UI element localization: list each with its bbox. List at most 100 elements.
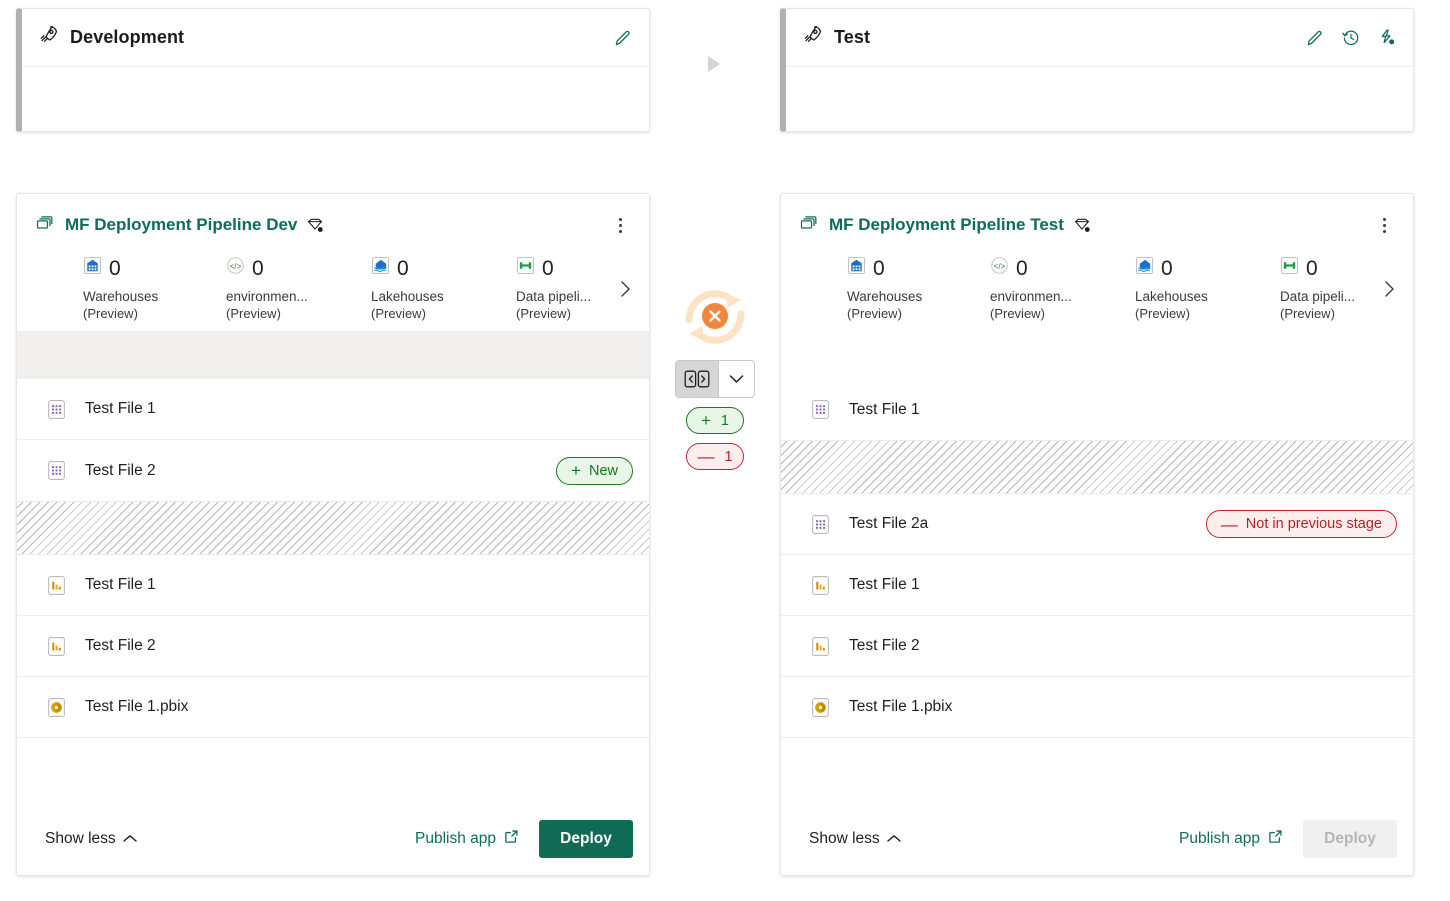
list-item[interactable]: Test File 2 + New [17,440,649,501]
footer-actions: Publish app Deploy [415,820,633,858]
metric-sublabel: (Preview) [226,306,317,321]
stage-actions [611,26,635,50]
list-item-label: Test File 2a [849,515,928,533]
stage-body-development [22,67,649,111]
placeholder-hatch-row [781,440,1413,494]
metric-environments[interactable]: </> 0 environmen... (Preview) [938,256,1081,321]
metric-sublabel: (Preview) [83,306,174,321]
metric-label: Data pipeli... [1280,289,1371,304]
metric-label: Lakehouses [1135,289,1226,304]
metric-sublabel: (Preview) [1135,306,1226,321]
metrics-spacer [781,331,1413,379]
metric-lakehouses[interactable]: 0 Lakehouses (Preview) [1081,256,1226,321]
list-item[interactable]: Test File 1.pbix [781,677,1413,738]
list-item[interactable]: Test File 1 [17,555,649,616]
chevron-up-icon [123,830,137,848]
metric-value: 0 [1161,258,1173,279]
more-options-icon[interactable] [607,212,633,238]
rocket-icon [38,24,60,51]
card-footer-dev: Show less Publish app Deploy [17,803,649,875]
metric-lakehouses[interactable]: 0 Lakehouses (Preview) [317,256,462,321]
metric-value: 0 [397,258,409,279]
metric-warehouses[interactable]: 0 Warehouses (Preview) [23,256,174,321]
stage-title: Test [834,27,870,48]
chevron-down-icon[interactable] [718,361,754,397]
added-count-badge: + 1 [686,407,744,434]
show-less-toggle[interactable]: Show less [809,830,901,848]
metric-data-pipelines[interactable]: 0 Data pipeli... (Preview) [1226,256,1371,321]
list-item[interactable]: Test File 1 [781,379,1413,440]
metric-warehouses[interactable]: 0 Warehouses (Preview) [787,256,938,321]
report-icon [809,635,831,657]
status-badge-label: Not in previous stage [1246,516,1382,532]
open-in-new-icon [504,829,519,849]
semantic-model-icon [45,460,67,482]
list-item[interactable]: Test File 1 [781,555,1413,616]
publish-app-label: Publish app [1179,830,1260,848]
card-header-test: MF Deployment Pipeline Test [781,194,1413,238]
stage-body-test [786,67,1413,111]
metric-sublabel: (Preview) [1280,306,1371,321]
card-title[interactable]: MF Deployment Pipeline Dev [65,215,297,235]
report-icon [45,635,67,657]
chevron-right-icon[interactable] [1371,279,1407,299]
edit-stage-icon[interactable] [1303,26,1327,50]
stage-header-test: Test [786,9,1413,67]
publish-app-link[interactable]: Publish app [415,829,519,849]
metric-label: Warehouses [847,289,938,304]
list-item[interactable]: Test File 2 [781,616,1413,677]
minus-icon: — [1221,516,1238,533]
publish-app-link[interactable]: Publish app [1179,829,1283,849]
metric-value: 0 [1016,258,1028,279]
list-item[interactable]: Test File 1 [17,379,649,440]
deployment-rules-icon[interactable] [1375,26,1399,50]
more-options-icon[interactable] [1371,212,1397,238]
lakehouse-icon [371,256,390,280]
deploy-button[interactable]: Deploy [539,820,633,858]
metric-value: 0 [252,258,264,279]
list-item[interactable]: Test File 1.pbix [17,677,649,738]
list-item-label: Test File 1 [85,400,156,418]
stage-header-development: Development [22,9,649,67]
metric-environments[interactable]: </> 0 environmen... (Preview) [174,256,317,321]
data-pipeline-icon [1280,256,1299,280]
svg-text:</>: </> [994,262,1006,271]
added-count-value: 1 [721,413,729,429]
card-header-dev: MF Deployment Pipeline Dev [17,194,649,238]
metric-data-pipelines[interactable]: 0 Data pipeli... (Preview) [462,256,607,321]
list-item[interactable]: Test File 2a — Not in previous stage [781,494,1413,555]
chevron-right-icon[interactable] [607,279,643,299]
metric-label: Lakehouses [371,289,462,304]
list-item[interactable]: Test File 2 [17,616,649,677]
deployment-pipeline-page: Development Test [0,0,1450,901]
card-title[interactable]: MF Deployment Pipeline Test [829,215,1064,235]
open-in-new-icon [1268,829,1283,849]
footer-actions: Publish app Deploy [1179,820,1397,858]
pbix-file-icon [45,696,67,718]
metrics-row-test: 0 Warehouses (Preview) </> 0 environmen.… [781,238,1413,331]
stage-title: Development [70,27,184,48]
stage-card-development: Development [16,8,650,132]
status-badge: + New [556,457,633,485]
metric-sublabel: (Preview) [847,306,938,321]
compare-side-by-side-icon[interactable] [676,361,718,397]
workspace-icon [799,213,819,238]
stage-actions [1303,26,1399,50]
edit-stage-icon[interactable] [611,26,635,50]
stage-flow-arrow [706,55,722,73]
rocket-icon [802,24,824,51]
show-less-toggle[interactable]: Show less [45,830,137,848]
removed-count-badge: — 1 [686,443,744,470]
show-less-label: Show less [45,830,116,848]
list-item-label: Test File 1 [849,576,920,594]
deployment-history-icon[interactable] [1339,26,1363,50]
compare-view-toggle[interactable] [675,360,755,398]
pipeline-card-test: MF Deployment Pipeline Test 0 Warehouse [780,193,1414,876]
report-icon [45,574,67,596]
metric-sublabel: (Preview) [371,306,462,321]
compare-column: + 1 — 1 [655,272,775,470]
data-pipeline-icon [516,256,535,280]
semantic-model-icon [45,398,67,420]
metric-label: Data pipeli... [516,289,607,304]
pbix-file-icon [809,696,831,718]
